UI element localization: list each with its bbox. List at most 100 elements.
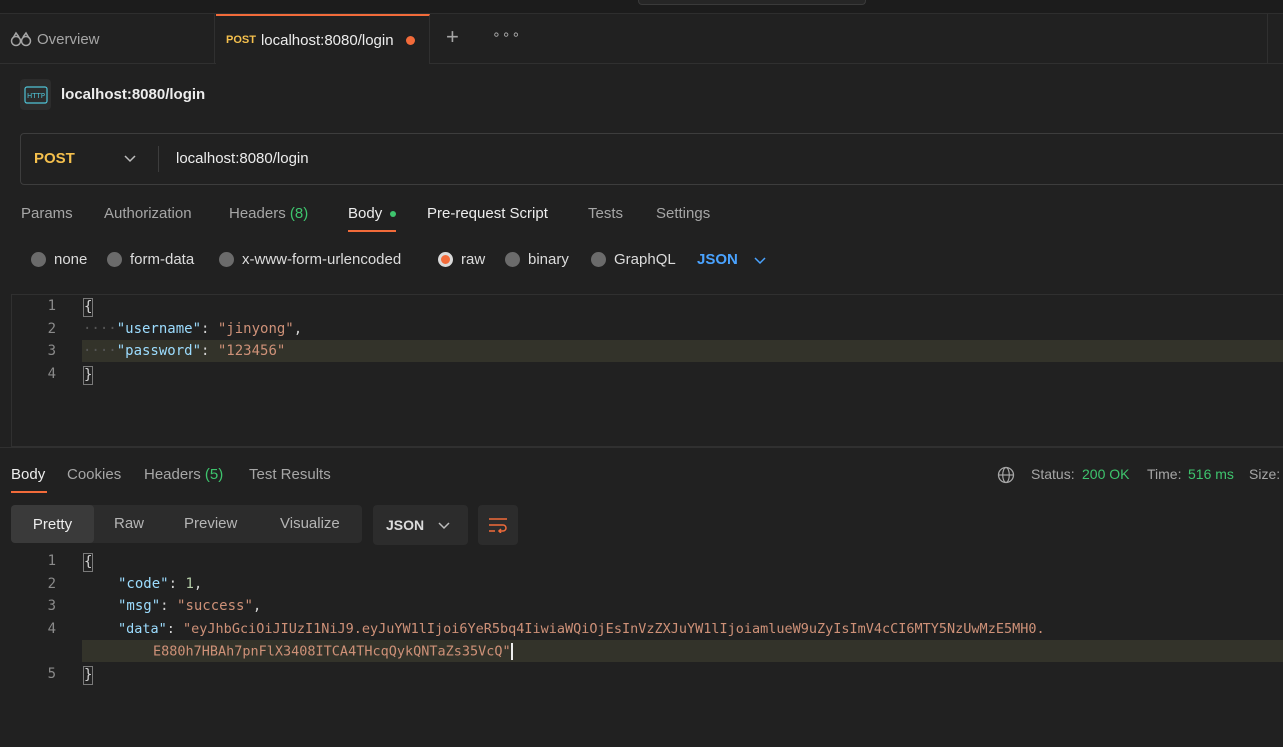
radio-circle <box>219 252 234 267</box>
http-icon-text: HTTP <box>27 92 45 100</box>
tab-overview[interactable]: Overview <box>0 14 215 64</box>
unsaved-dot-icon <box>406 36 415 45</box>
radio-none[interactable]: none <box>31 251 87 268</box>
http-request-icon: HTTP <box>20 79 51 110</box>
tab-settings[interactable]: Settings <box>656 205 710 222</box>
new-tab-plus-icon[interactable]: + <box>446 26 459 48</box>
radio-raw-label: raw <box>461 251 486 268</box>
tab-login-request[interactable]: POST localhost:8080/login <box>216 14 430 64</box>
url-input[interactable]: localhost:8080/login <box>176 150 309 167</box>
line-number: 1 <box>47 553 56 569</box>
tab-authorization[interactable]: Authorization <box>104 205 192 222</box>
method-select[interactable]: POST <box>34 150 75 167</box>
time-label: Time: <box>1147 466 1182 482</box>
response-tab-cookies[interactable]: Cookies <box>67 466 121 483</box>
code-line: ····"password": "123456" <box>83 343 286 359</box>
radio-circle <box>505 252 520 267</box>
indent-guide: ···· <box>83 343 117 359</box>
code-line-wrapped: E880h7HBAh7pnFlX3408ITCA4THcqQykQNTaZs35… <box>153 643 513 660</box>
response-tab-headers[interactable]: Headers (5) <box>144 466 223 483</box>
radio-raw[interactable]: raw <box>438 251 485 268</box>
body-active-dot-icon <box>390 211 396 217</box>
more-tabs-icon[interactable]: ∘∘∘ <box>492 26 521 43</box>
brace-close: } <box>83 666 94 685</box>
radio-circle <box>31 252 46 267</box>
json-value: "success" <box>177 598 253 614</box>
tab-headers[interactable]: Headers (8) <box>229 205 308 222</box>
tab-method-badge: POST <box>226 34 256 46</box>
indent-guide: ···· <box>83 321 117 337</box>
time-value[interactable]: 516 ms <box>1188 466 1234 482</box>
tab-login-label: localhost:8080/login <box>260 31 394 49</box>
view-raw-button[interactable]: Raw <box>114 515 144 532</box>
radio-form-data[interactable]: form-data <box>107 251 194 268</box>
top-search-box[interactable] <box>638 0 866 5</box>
response-tab-test-results[interactable]: Test Results <box>249 466 331 483</box>
json-value: "jinyong" <box>217 321 294 337</box>
url-bar-divider <box>158 146 159 172</box>
radio-binary[interactable]: binary <box>505 251 569 268</box>
binoculars-icon <box>10 31 32 47</box>
json-key: "username" <box>116 321 202 337</box>
view-pretty-button[interactable]: Pretty <box>11 505 94 543</box>
tab-params[interactable]: Params <box>21 205 73 222</box>
headers-count: (8) <box>289 205 309 222</box>
line-number: 2 <box>47 576 56 592</box>
tab-bar-divider <box>1267 14 1268 64</box>
wrap-lines-button[interactable] <box>478 505 518 545</box>
code-line: "code": 1, <box>118 576 203 592</box>
view-visualize-button[interactable]: Visualize <box>280 515 340 532</box>
code-line: ····"username": "jinyong", <box>83 321 303 337</box>
line-number: 5 <box>47 666 56 682</box>
json-key: "msg" <box>118 598 161 614</box>
radio-urlencoded-label: x-www-form-urlencoded <box>242 251 402 268</box>
text-cursor <box>510 643 513 660</box>
code-line: } <box>83 366 94 385</box>
radio-binary-label: binary <box>528 251 569 268</box>
body-format-select[interactable]: JSON <box>697 251 738 268</box>
request-name[interactable]: localhost:8080/login <box>61 86 205 103</box>
globe-icon[interactable] <box>997 466 1015 484</box>
status-value[interactable]: 200 OK <box>1082 466 1129 482</box>
radio-urlencoded[interactable]: x-www-form-urlencoded <box>219 251 401 268</box>
response-tab-body[interactable]: Body <box>11 466 45 483</box>
response-tab-body-underline <box>11 491 47 493</box>
tab-body-underline <box>348 230 396 232</box>
code-line: "msg": "success", <box>118 598 262 614</box>
line-number: 2 <box>47 321 56 337</box>
line-number: 1 <box>47 298 56 314</box>
radio-form-data-label: form-data <box>130 251 195 268</box>
json-value: "123456" <box>217 343 286 359</box>
status-label: Status: <box>1031 466 1075 482</box>
code-line: "data": "eyJhbGciOiJIUzI1NiJ9.eyJuYW1lIj… <box>118 621 1045 637</box>
line-number: 4 <box>47 621 56 637</box>
size-label: Size: <box>1249 466 1281 482</box>
view-preview-button[interactable]: Preview <box>184 515 237 532</box>
pane-splitter[interactable] <box>0 447 1283 448</box>
json-value-continued: E880h7HBAh7pnFlX3408ITCA4THcqQykQNTaZs35… <box>153 643 511 660</box>
response-headers-count: (5) <box>204 466 224 483</box>
request-body-editor[interactable] <box>11 294 1283 447</box>
tab-body[interactable]: Body <box>348 205 382 222</box>
brace-close: } <box>83 366 94 385</box>
tab-headers-label: Headers <box>229 205 286 222</box>
radio-none-label: none <box>54 251 88 268</box>
json-key: "password" <box>116 343 202 359</box>
json-key: "code" <box>118 576 169 592</box>
code-line: { <box>83 298 94 317</box>
json-key: "data" <box>118 621 167 637</box>
radio-graphql[interactable]: GraphQL <box>591 251 676 268</box>
tab-tests[interactable]: Tests <box>588 205 623 222</box>
line-number: 3 <box>47 598 56 614</box>
response-format-select[interactable]: JSON <box>373 505 468 545</box>
json-value: "eyJhbGciOiJIUzI1NiJ9.eyJuYW1lIjoi6YeR5b… <box>183 621 1045 637</box>
response-format-label: JSON <box>386 517 425 533</box>
tab-pre-request-script[interactable]: Pre-request Script <box>427 205 548 222</box>
json-value: 1 <box>185 576 194 592</box>
chevron-down-icon[interactable] <box>754 254 766 266</box>
brace-open: { <box>83 553 94 572</box>
line-number: 3 <box>47 343 56 359</box>
code-line: { <box>83 553 94 572</box>
chevron-down-icon[interactable] <box>124 152 136 164</box>
wrap-lines-icon <box>489 518 507 533</box>
